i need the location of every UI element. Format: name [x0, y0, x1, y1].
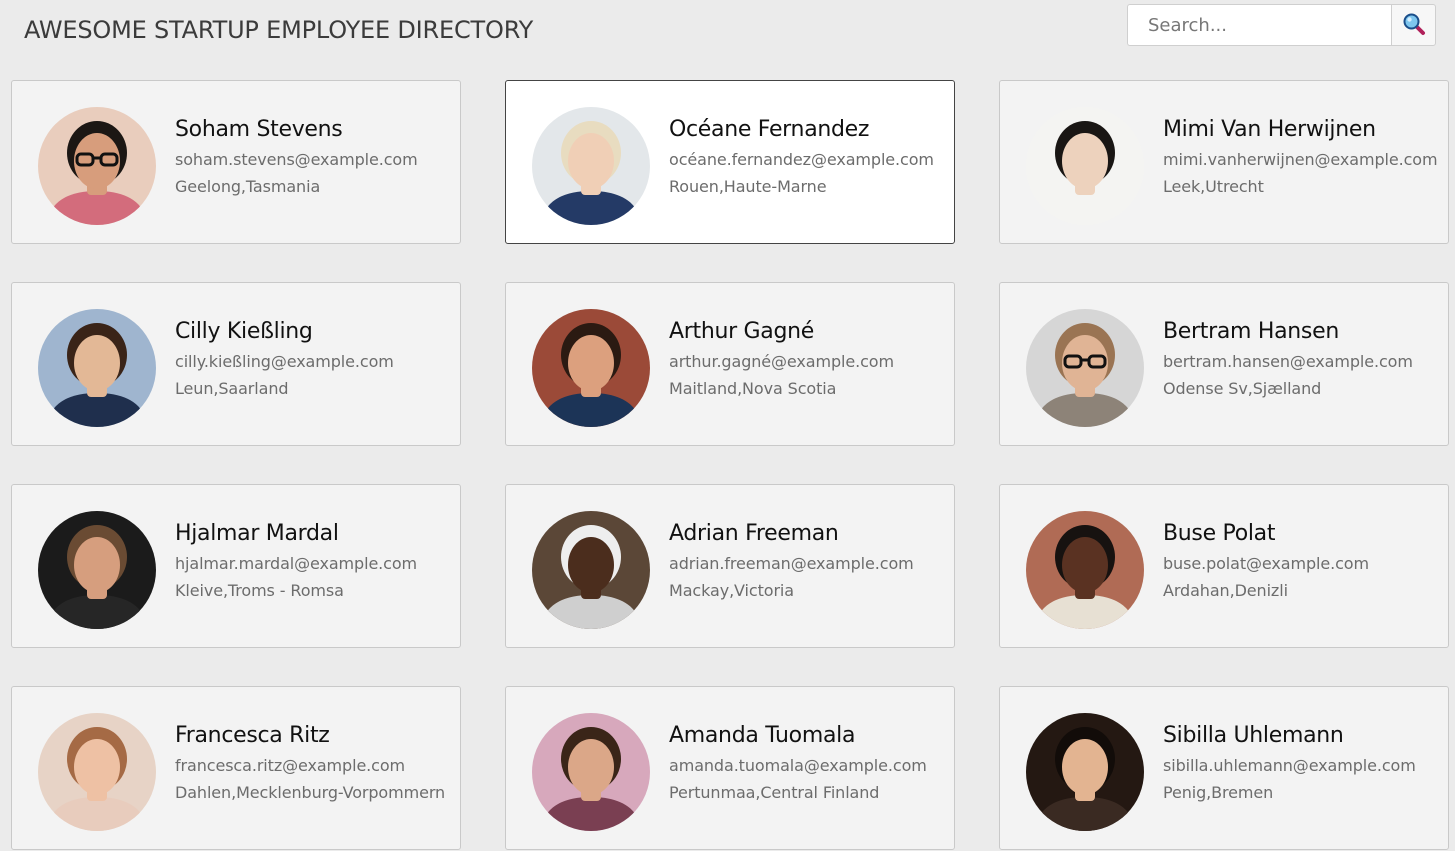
avatar [1026, 511, 1144, 629]
employee-info: Mimi Van Herwijnen mimi.vanherwijnen@exa… [1163, 117, 1440, 197]
employee-info: Hjalmar Mardal hjalmar.mardal@example.co… [175, 521, 452, 601]
employee-info: Océane Fernandez océane.fernandez@exampl… [669, 117, 946, 197]
employee-name: Amanda Tuomala [669, 723, 856, 748]
employee-info: Buse Polat buse.polat@example.com Ardaha… [1163, 521, 1440, 601]
avatar [532, 713, 650, 831]
employee-card[interactable]: Francesca Ritz francesca.ritz@example.co… [11, 686, 461, 850]
avatar [1026, 309, 1144, 427]
employee-card[interactable]: Amanda Tuomala amanda.tuomala@example.co… [505, 686, 955, 850]
employee-email: bertram.hansen@example.com [1163, 352, 1413, 371]
avatar [532, 107, 650, 225]
employee-email: hjalmar.mardal@example.com [175, 554, 418, 573]
employee-email: arthur.gagné@example.com [669, 352, 894, 371]
employee-location: Dahlen,Mecklenburg-Vorpommern [175, 783, 446, 802]
employee-name: Soham Stevens [175, 117, 343, 142]
employee-email: adrian.freeman@example.com [669, 554, 914, 573]
avatar [38, 511, 156, 629]
employee-info: Adrian Freeman adrian.freeman@example.co… [669, 521, 946, 601]
employee-info: Bertram Hansen bertram.hansen@example.co… [1163, 319, 1440, 399]
employee-location: Leun,Saarland [175, 379, 289, 398]
employee-name: Hjalmar Mardal [175, 521, 339, 546]
avatar [1026, 107, 1144, 225]
employee-grid: Soham Stevens soham.stevens@example.com … [11, 80, 1449, 850]
employee-card[interactable]: Arthur Gagné arthur.gagné@example.com Ma… [505, 282, 955, 446]
employee-name: Bertram Hansen [1163, 319, 1339, 344]
employee-name: Buse Polat [1163, 521, 1276, 546]
employee-card[interactable]: Océane Fernandez océane.fernandez@exampl… [505, 80, 955, 244]
employee-card[interactable]: Mimi Van Herwijnen mimi.vanherwijnen@exa… [999, 80, 1449, 244]
employee-name: Sibilla Uhlemann [1163, 723, 1344, 748]
employee-name: Océane Fernandez [669, 117, 870, 142]
header: AWESOME STARTUP EMPLOYEE DIRECTORY [0, 0, 1455, 62]
employee-location: Geelong,Tasmania [175, 177, 321, 196]
page-title: AWESOME STARTUP EMPLOYEE DIRECTORY [24, 16, 534, 44]
employee-email: sibilla.uhlemann@example.com [1163, 756, 1416, 775]
avatar [38, 309, 156, 427]
employee-info: Amanda Tuomala amanda.tuomala@example.co… [669, 723, 946, 803]
employee-location: Pertunmaa,Central Finland [669, 783, 880, 802]
employee-name: Cilly Kießling [175, 319, 313, 344]
employee-info: Sibilla Uhlemann sibilla.uhlemann@exampl… [1163, 723, 1440, 803]
search-input[interactable] [1127, 4, 1391, 46]
employee-card[interactable]: Sibilla Uhlemann sibilla.uhlemann@exampl… [999, 686, 1449, 850]
employee-name: Mimi Van Herwijnen [1163, 117, 1376, 142]
employee-location: Rouen,Haute-Marne [669, 177, 827, 196]
employee-location: Penig,Bremen [1163, 783, 1274, 802]
employee-card[interactable]: Adrian Freeman adrian.freeman@example.co… [505, 484, 955, 648]
employee-email: francesca.ritz@example.com [175, 756, 406, 775]
employee-name: Adrian Freeman [669, 521, 839, 546]
avatar [38, 713, 156, 831]
employee-email: buse.polat@example.com [1163, 554, 1369, 573]
avatar [532, 309, 650, 427]
employee-location: Mackay,Victoria [669, 581, 794, 600]
employee-location: Leek,Utrecht [1163, 177, 1264, 196]
avatar [532, 511, 650, 629]
employee-info: Cilly Kießling cilly.kießling@example.co… [175, 319, 452, 399]
employee-location: Maitland,Nova Scotia [669, 379, 837, 398]
employee-email: océane.fernandez@example.com [669, 150, 934, 169]
avatar [1026, 713, 1144, 831]
employee-name: Francesca Ritz [175, 723, 330, 748]
employee-card[interactable]: Buse Polat buse.polat@example.com Ardaha… [999, 484, 1449, 648]
search-button[interactable] [1391, 4, 1436, 46]
magnifier-icon [1402, 12, 1426, 39]
employee-card[interactable]: Hjalmar Mardal hjalmar.mardal@example.co… [11, 484, 461, 648]
employee-location: Ardahan,Denizli [1163, 581, 1288, 600]
employee-info: Soham Stevens soham.stevens@example.com … [175, 117, 452, 197]
employee-card[interactable]: Bertram Hansen bertram.hansen@example.co… [999, 282, 1449, 446]
employee-card[interactable]: Soham Stevens soham.stevens@example.com … [11, 80, 461, 244]
employee-location: Kleive,Troms - Romsa [175, 581, 344, 600]
employee-email: soham.stevens@example.com [175, 150, 418, 169]
avatar [38, 107, 156, 225]
employee-location: Odense Sv,Sjælland [1163, 379, 1322, 398]
employee-card[interactable]: Cilly Kießling cilly.kießling@example.co… [11, 282, 461, 446]
employee-email: amanda.tuomala@example.com [669, 756, 927, 775]
employee-name: Arthur Gagné [669, 319, 815, 344]
employee-email: cilly.kießling@example.com [175, 352, 394, 371]
employee-info: Francesca Ritz francesca.ritz@example.co… [175, 723, 452, 803]
search-form [1127, 4, 1436, 46]
employee-email: mimi.vanherwijnen@example.com [1163, 150, 1438, 169]
employee-info: Arthur Gagné arthur.gagné@example.com Ma… [669, 319, 946, 399]
